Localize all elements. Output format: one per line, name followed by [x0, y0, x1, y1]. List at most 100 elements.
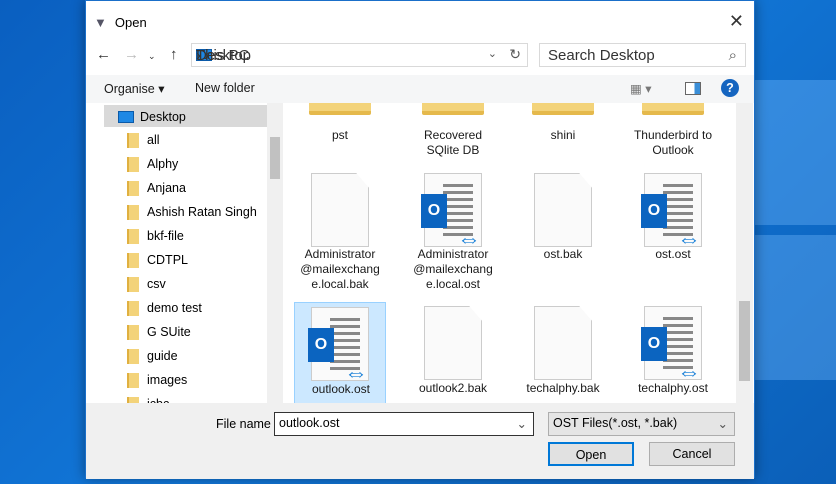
help-icon[interactable]: ?: [721, 79, 739, 97]
file-name: ost.bak: [543, 247, 583, 261]
cancel-button[interactable]: Cancel: [649, 442, 735, 466]
preview-pane-icon[interactable]: [685, 82, 701, 95]
sidebar-item[interactable]: G SUite: [127, 322, 191, 342]
folder-icon: [127, 324, 139, 340]
file-item[interactable]: outlook2.bak: [407, 302, 499, 395]
back-arrow-icon[interactable]: ←: [96, 46, 111, 63]
folder-icon: [127, 132, 139, 148]
file-item[interactable]: Administrator @mailexchang e.local.bak: [294, 169, 386, 291]
address-bar[interactable]: › This PC › Desktop ⌄ ↻: [191, 43, 528, 67]
file-item[interactable]: O ⇔ ost.ost: [627, 169, 719, 261]
view-options-icon[interactable]: ▦ ▾: [630, 81, 652, 96]
close-icon[interactable]: ✕: [729, 11, 744, 32]
search-placeholder: Search Desktop: [548, 47, 655, 64]
folder-icon: [422, 103, 484, 115]
blank-file-icon: [534, 306, 592, 380]
sidebar-item-label: Alphy: [147, 157, 179, 171]
open-dialog: ▼ Open ✕ ← → ⌄ ↑ › This PC › Desktop ⌄ ↻…: [85, 0, 755, 479]
app-icon: ▼: [94, 14, 107, 30]
navigation-bar: ← → ⌄ ↑ › This PC › Desktop ⌄ ↻ Search D…: [86, 43, 754, 69]
sidebar-item-label: Anjana: [147, 181, 186, 195]
sidebar-item-label: Ashish Ratan Singh: [147, 205, 257, 219]
desktop-windows-logo: [746, 80, 836, 380]
sidebar-item[interactable]: images: [127, 370, 187, 390]
folder-icon: [309, 103, 371, 115]
sidebar-item[interactable]: csv: [127, 274, 166, 294]
sidebar-item[interactable]: all: [127, 130, 160, 150]
file-item[interactable]: O ⇔ Administrator @mailexchang e.local.ost: [407, 169, 499, 291]
file-list-scrollbar[interactable]: [736, 103, 753, 403]
folder-icon: [127, 204, 139, 220]
search-icon: ⌕: [728, 47, 737, 64]
file-item[interactable]: Recovered SQlite DB: [407, 103, 499, 157]
sidebar-item[interactable]: CDTPL: [127, 250, 188, 270]
sidebar-item-label: bkf-file: [147, 229, 184, 243]
file-name: techalphy.bak: [526, 381, 600, 395]
file-name-input[interactable]: outlook.ost ⌄: [274, 412, 534, 436]
folder-icon: [127, 228, 139, 244]
up-arrow-icon[interactable]: ↑: [170, 46, 178, 63]
file-item[interactable]: O ⇔ techalphy.ost: [627, 302, 719, 395]
file-item[interactable]: ost.bak: [517, 169, 609, 261]
sidebar-item-label: G SUite: [147, 325, 191, 339]
sidebar-item[interactable]: Anjana: [127, 178, 186, 198]
file-item[interactable]: shini: [517, 103, 609, 142]
file-name-value: outlook.ost: [279, 416, 340, 430]
breadcrumb-desktop[interactable]: Desktop: [196, 47, 251, 64]
sidebar-item-label: CDTPL: [147, 253, 188, 267]
toolbar: Organise ▾ New folder ▦ ▾ ?: [86, 75, 754, 103]
open-button[interactable]: Open: [548, 442, 634, 466]
file-name: Administrator @mailexchang e.local.bak: [300, 247, 380, 291]
sidebar-item-desktop[interactable]: Desktop: [118, 107, 186, 127]
sidebar-item-label: all: [147, 133, 160, 147]
outlook-data-file-icon: O ⇔: [641, 173, 702, 252]
blank-file-icon: [424, 306, 482, 380]
file-item[interactable]: pst: [294, 103, 386, 142]
sidebar-scroll-thumb[interactable]: [270, 137, 280, 179]
search-input[interactable]: Search Desktop ⌕: [539, 43, 746, 67]
title-bar: ▼ Open ✕: [86, 1, 754, 43]
file-name-dropdown-icon[interactable]: ⌄: [517, 416, 527, 431]
file-name: ost.ost: [655, 247, 691, 261]
new-folder-button[interactable]: New folder: [195, 81, 255, 95]
file-item[interactable]: Thunderbird to Outlook: [627, 103, 719, 157]
file-item[interactable]: O ⇔ outlook.ost: [294, 302, 386, 403]
file-list: pst Recovered SQlite DB shini Thunderbird t…: [283, 103, 753, 403]
sidebar-item-label: demo test: [147, 301, 202, 315]
folder-icon: [127, 156, 139, 172]
recent-chevron-icon[interactable]: ⌄: [148, 51, 156, 62]
file-name: outlook.ost: [311, 382, 371, 396]
sidebar-item[interactable]: bkf-file: [127, 226, 184, 246]
file-item[interactable]: techalphy.bak: [517, 302, 609, 395]
file-name: pst: [331, 128, 348, 142]
sidebar-item[interactable]: icbc: [127, 394, 169, 403]
folder-icon: [127, 276, 139, 292]
sidebar-item-label: Desktop: [140, 110, 186, 124]
folder-icon: [127, 372, 139, 388]
sidebar-item[interactable]: Ashish Ratan Singh: [127, 202, 257, 222]
address-dropdown-icon[interactable]: ⌄: [488, 47, 497, 60]
sidebar-item-label: csv: [147, 277, 166, 291]
outlook-data-file-icon: O ⇔: [308, 307, 369, 386]
file-type-select[interactable]: OST Files(*.ost, *.bak) ⌄: [548, 412, 735, 436]
sidebar-item[interactable]: demo test: [127, 298, 202, 318]
sidebar-scrollbar[interactable]: [267, 103, 283, 403]
folder-icon: [127, 180, 139, 196]
blank-file-icon: [534, 173, 592, 247]
dialog-title: Open: [114, 14, 147, 30]
outlook-data-file-icon: O ⇔: [421, 173, 482, 252]
file-name-label: File name: [216, 417, 271, 431]
file-name: Thunderbird to Outlook: [633, 128, 713, 157]
file-list-scroll-thumb[interactable]: [739, 301, 750, 381]
refresh-icon[interactable]: ↻: [509, 46, 521, 63]
organise-button[interactable]: Organise ▾: [104, 81, 164, 96]
sidebar-item[interactable]: guide: [127, 346, 178, 366]
forward-arrow-icon[interactable]: →: [124, 46, 139, 63]
navigation-pane: Desktop all Alphy Anjana Ashish Ratan Si…: [86, 103, 283, 403]
file-name: techalphy.ost: [638, 381, 708, 395]
folder-icon: [642, 103, 704, 115]
folder-icon: [127, 252, 139, 268]
file-name: outlook2.bak: [418, 381, 488, 395]
sidebar-item[interactable]: Alphy: [127, 154, 178, 174]
file-name: Administrator @mailexchang e.local.ost: [413, 247, 493, 291]
